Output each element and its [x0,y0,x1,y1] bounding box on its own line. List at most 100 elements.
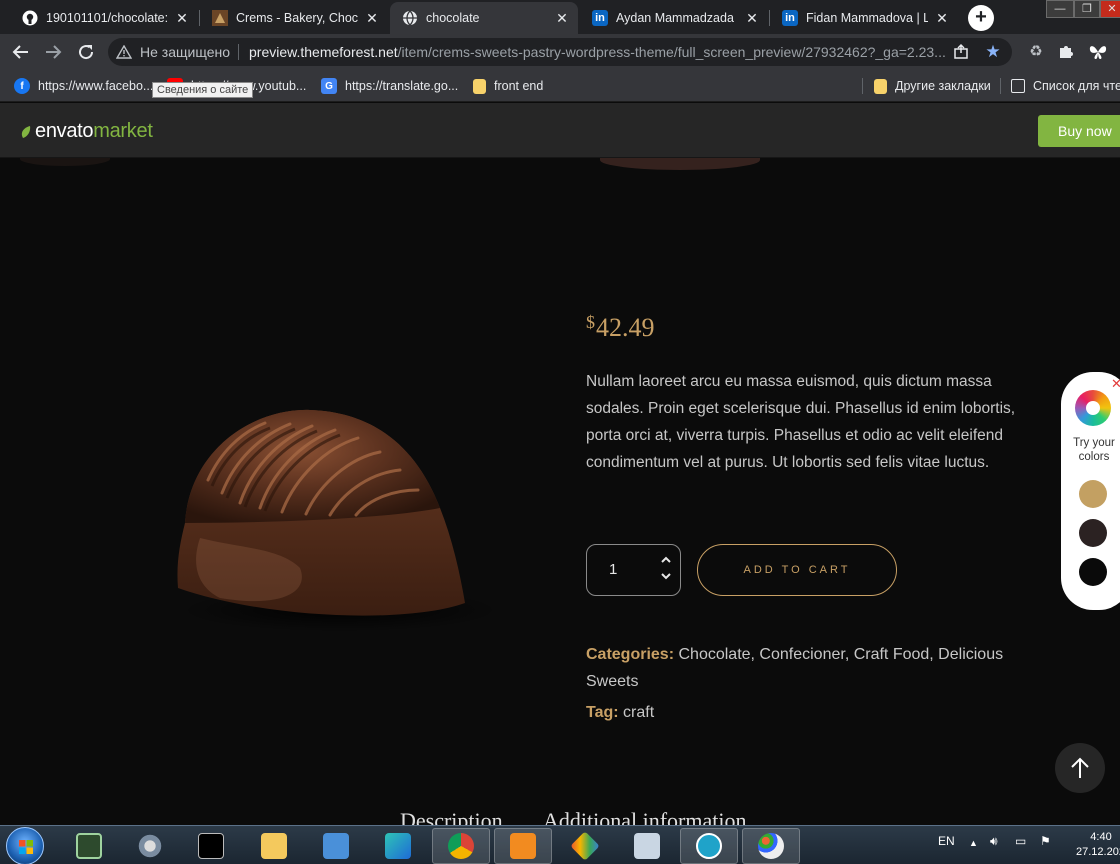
chevron-down-icon[interactable] [659,569,673,583]
taskbar-task-manager[interactable] [60,828,118,864]
recycle-extension-icon[interactable]: ♻ [1026,42,1046,62]
close-icon[interactable]: ✕ [554,10,570,27]
bookmark-folder-front-end[interactable]: front end [473,76,543,96]
taskbar-cmd[interactable] [182,828,240,864]
tab-title: chocolate [426,11,480,25]
taskbar-calculator[interactable] [618,828,676,864]
taskbar-app[interactable] [369,828,427,864]
close-icon[interactable]: ✕ [744,10,760,27]
tab-title: Aydan Mammadzada | Li [616,11,738,25]
system-clock[interactable]: 4:40 27.12.2021 [1076,830,1120,860]
volume-icon[interactable]: 🔊︎ [990,834,998,849]
taskbar-app-round[interactable] [680,828,738,864]
address-bar[interactable]: Не защищено preview.themeforest.net/item… [108,38,1012,66]
logo-envato-text: envato [35,120,94,142]
color-swatch-black[interactable] [1079,558,1107,586]
envato-market-logo[interactable]: envato market [20,120,153,143]
browser-tab-strip: 190101101/chocolate: c ✕ Crems - Bakery,… [0,0,1120,34]
reading-list-icon [1011,79,1025,93]
color-switcher-panel: ✕ Try your colors [1061,372,1120,610]
color-wheel-icon [1075,390,1111,426]
site-info-button[interactable]: Не защищено [116,42,230,62]
bookmark-label: Список для чтения [1033,79,1120,93]
chrome-icon [448,833,474,859]
url-text[interactable]: preview.themeforest.net/item/crems-sweet… [249,44,946,60]
close-icon[interactable]: ✕ [174,10,190,27]
categories-label: Categories: [586,646,675,663]
browser-toolbar: Не защищено preview.themeforest.net/item… [0,34,1120,70]
quantity-value[interactable]: 1 [609,561,617,578]
taskbar-git[interactable] [556,828,614,864]
calculator-icon [634,833,660,859]
color-swatch-dark-brown[interactable] [1079,519,1107,547]
share-icon[interactable] [952,43,970,61]
taskbar-paint[interactable] [742,828,800,864]
butterfly-extension-icon[interactable] [1088,42,1108,62]
reload-icon[interactable] [74,40,98,64]
folder-icon [473,78,486,94]
bookmark-other-bookmarks[interactable]: Другие закладки [874,76,991,96]
product-tags: Tag: craft [586,699,1036,726]
forward-arrow-icon[interactable] [41,40,65,64]
maximize-button[interactable]: ❐ [1074,0,1100,18]
quantity-stepper[interactable]: 1 [586,544,681,596]
tab-chocolate[interactable]: chocolate ✕ [390,2,578,34]
decorative-shape [20,158,110,166]
folder-icon [261,833,287,859]
product-description: Nullam laoreet arcu eu massa euismod, qu… [586,373,1016,471]
color-swatch-gold[interactable] [1079,480,1107,508]
clock-time: 4:40 [1090,831,1112,843]
product-page: $42.49 Nullam laoreet arcu eu massa euis… [0,158,1120,825]
minimize-button[interactable]: — [1046,0,1074,18]
extensions-puzzle-icon[interactable] [1056,42,1076,62]
taskbar-explorer[interactable] [245,828,303,864]
bookmark-translate[interactable]: G https://translate.go... [321,76,458,96]
url-path: /item/crems-sweets-pastry-wordpress-them… [397,44,946,60]
back-arrow-icon[interactable] [9,40,33,64]
bookmarks-separator [1000,78,1001,94]
tag-value[interactable]: craft [623,704,654,721]
linkedin-icon: in [592,10,608,26]
close-icon[interactable]: ✕ [934,10,950,27]
arrow-up-icon [1071,757,1089,778]
add-to-cart-button[interactable]: ADD TO CART [697,544,897,596]
bookmark-reading-list[interactable]: Список для чтения [1011,76,1120,96]
show-hidden-icons-icon[interactable]: ▲ [969,838,978,848]
tab-github[interactable]: 190101101/chocolate: c ✕ [10,2,198,34]
taskbar-settings[interactable] [121,828,179,864]
bookmark-label: https://translate.go... [345,79,459,93]
close-icon[interactable]: ✕ [364,10,380,27]
logo-market-text: market [93,120,153,142]
chevron-up-icon[interactable] [659,553,673,567]
site-info-tooltip: Сведения о сайте [152,82,254,98]
bookmark-star-icon[interactable]: ★ [984,43,1002,61]
bookmark-label: front end [494,79,544,93]
back-to-top-button[interactable] [1055,743,1105,793]
clock-date: 27.12.2021 [1076,846,1120,858]
tab-linkedin-fidan[interactable]: in Fidan Mammadova | Lin ✕ [770,2,958,34]
tab-crems[interactable]: Crems - Bakery, Chocola ✕ [200,2,388,34]
app-icon [385,833,411,859]
taskbar-chrome[interactable] [432,828,490,864]
new-tab-button[interactable]: + [968,5,994,31]
action-center-flag-icon[interactable]: ⚑ [1040,834,1051,848]
start-button[interactable] [6,827,44,864]
network-icon[interactable]: ▭ [1015,834,1026,848]
bookmark-label: https://www.facebo... [38,79,154,93]
tab-additional-information[interactable]: Additional information [543,808,746,825]
bookmarks-separator [862,78,863,94]
buy-now-button[interactable]: Buy now [1038,115,1120,147]
close-window-button[interactable]: ✕ [1100,0,1120,18]
tab-description[interactable]: Description [400,808,503,825]
taskbar-sublime[interactable] [494,828,552,864]
currency-symbol: $ [586,312,595,332]
close-icon[interactable]: ✕ [1111,376,1120,392]
taskbar-control-panel[interactable] [307,828,365,864]
tab-title: Crems - Bakery, Chocola [236,11,358,25]
color-switcher-label: Try your colors [1073,437,1115,463]
language-indicator[interactable]: EN [938,834,955,848]
bookmark-facebook[interactable]: f https://www.facebo... [14,76,153,96]
crems-favicon [212,10,228,26]
tab-linkedin-aydan[interactable]: in Aydan Mammadzada | Li ✕ [580,2,768,34]
envato-preview-header: envato market Buy now [0,103,1120,158]
